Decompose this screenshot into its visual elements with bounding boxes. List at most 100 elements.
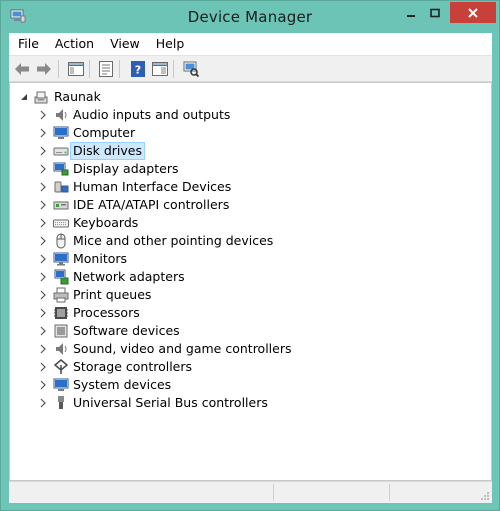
- properties-icon: [99, 61, 113, 77]
- monitor-icon: [53, 251, 69, 267]
- properties-button[interactable]: [97, 60, 115, 78]
- expand-arrow-icon[interactable]: [39, 128, 47, 138]
- tree-item-label: Monitors: [73, 251, 128, 266]
- expand-arrow-icon[interactable]: [39, 308, 47, 318]
- speaker-icon: [53, 107, 69, 123]
- tree-item[interactable]: Processors: [10, 304, 491, 322]
- device-manager-window: Device Manager File Action View Help ? R…: [0, 0, 500, 511]
- mouse-icon: [53, 233, 69, 249]
- expand-arrow-icon[interactable]: [39, 110, 47, 120]
- tree-item-label: Storage controllers: [73, 359, 193, 374]
- menu-file[interactable]: File: [9, 33, 47, 55]
- tree-item[interactable]: Keyboards: [10, 214, 491, 232]
- tree-item-label: Sound, video and game controllers: [73, 341, 292, 356]
- tree-item[interactable]: System devices: [10, 376, 491, 394]
- tree-item-label: Mice and other pointing devices: [73, 233, 274, 248]
- expand-arrow-icon[interactable]: [39, 146, 47, 156]
- keyboard-icon: [53, 215, 69, 231]
- toolbar-separator: [89, 60, 90, 78]
- expand-arrow-icon[interactable]: [39, 254, 47, 264]
- tree-item-label: Disk drives: [70, 142, 145, 160]
- action-pane-button[interactable]: [151, 60, 169, 78]
- network-adapter-icon: [53, 269, 69, 285]
- expand-arrow-icon[interactable]: [39, 344, 47, 354]
- hid-icon: [53, 179, 69, 195]
- maximize-icon: [430, 8, 440, 18]
- tree-item-label: Processors: [73, 305, 140, 320]
- tree-item-label: System devices: [73, 377, 172, 392]
- tree-item-label: Keyboards: [73, 215, 139, 230]
- maximize-button[interactable]: [423, 2, 447, 24]
- minimize-button[interactable]: [399, 2, 423, 24]
- tree-item[interactable]: Mice and other pointing devices: [10, 232, 491, 250]
- status-divider: [273, 484, 274, 501]
- tree-root-label: Raunak: [54, 89, 101, 104]
- expand-arrow-icon[interactable]: [39, 398, 47, 408]
- toolbar: ?: [9, 55, 492, 82]
- action-pane-icon: [152, 62, 168, 76]
- toolbar-separator: [119, 60, 120, 78]
- tree-item-label: Universal Serial Bus controllers: [73, 395, 268, 410]
- scan-hardware-button[interactable]: [182, 60, 200, 78]
- software-device-icon: [53, 323, 69, 339]
- processor-icon: [53, 305, 69, 321]
- tree-item[interactable]: Software devices: [10, 322, 491, 340]
- expand-arrow-icon[interactable]: [39, 272, 47, 282]
- minimize-icon: [407, 15, 415, 17]
- expand-arrow-icon[interactable]: [39, 290, 47, 300]
- tree-item[interactable]: Computer: [10, 124, 491, 142]
- tree-item-label: Network adapters: [73, 269, 185, 284]
- tree-item-label: Audio inputs and outputs: [73, 107, 231, 122]
- forward-button[interactable]: [35, 60, 53, 78]
- tree-item[interactable]: IDE ATA/ATAPI controllers: [10, 196, 491, 214]
- expand-arrow-icon[interactable]: [39, 182, 47, 192]
- menu-view[interactable]: View: [102, 33, 148, 55]
- tree-item[interactable]: Network adapters: [10, 268, 491, 286]
- sound-controller-icon: [53, 341, 69, 357]
- tree-item[interactable]: Disk drives: [10, 142, 491, 160]
- status-divider: [389, 484, 390, 501]
- tree-item[interactable]: Display adapters: [10, 160, 491, 178]
- help-button[interactable]: ?: [129, 60, 147, 78]
- expand-arrow-icon[interactable]: [39, 236, 47, 246]
- device-tree[interactable]: Raunak Audio inputs and outputs Computer D…: [9, 82, 492, 481]
- tree-item[interactable]: Universal Serial Bus controllers: [10, 394, 491, 412]
- expand-arrow-icon[interactable]: [39, 326, 47, 336]
- tree-item[interactable]: Storage controllers: [10, 358, 491, 376]
- menu-action[interactable]: Action: [47, 33, 102, 55]
- tree-item-label: Computer: [73, 125, 136, 140]
- tree-item[interactable]: Human Interface Devices: [10, 178, 491, 196]
- back-arrow-icon: [15, 63, 29, 75]
- expand-arrow-icon[interactable]: [39, 218, 47, 228]
- close-icon: [468, 7, 478, 18]
- storage-controller-icon: [53, 359, 69, 375]
- svg-text:?: ?: [135, 64, 141, 77]
- toolbar-separator: [58, 60, 59, 78]
- back-button[interactable]: [13, 60, 31, 78]
- tree-item[interactable]: Monitors: [10, 250, 491, 268]
- resize-grip-icon[interactable]: [480, 491, 490, 501]
- expand-arrow-icon[interactable]: [39, 380, 47, 390]
- computer-icon: [53, 125, 69, 141]
- ide-controller-icon: [53, 197, 69, 213]
- tree-root-node[interactable]: Raunak: [10, 88, 491, 106]
- tree-item[interactable]: Sound, video and game controllers: [10, 340, 491, 358]
- title-bar[interactable]: Device Manager: [1, 1, 499, 33]
- usb-icon: [53, 395, 69, 411]
- computer-root-icon: [33, 89, 49, 105]
- show-hide-console-tree-button[interactable]: [67, 60, 85, 78]
- expand-arrow-icon[interactable]: [39, 362, 47, 372]
- toolbar-separator: [173, 60, 174, 78]
- tree-item[interactable]: Print queues: [10, 286, 491, 304]
- expand-arrow-icon[interactable]: [39, 164, 47, 174]
- disk-drive-icon: [53, 143, 69, 159]
- forward-arrow-icon: [37, 63, 51, 75]
- expand-arrow-icon[interactable]: [39, 200, 47, 210]
- tree-item-label: Software devices: [73, 323, 180, 338]
- close-button[interactable]: [450, 2, 496, 23]
- tree-item[interactable]: Audio inputs and outputs: [10, 106, 491, 124]
- tree-item-label: Human Interface Devices: [73, 179, 232, 194]
- menu-help[interactable]: Help: [148, 33, 193, 55]
- collapse-arrow-icon[interactable]: [20, 92, 28, 102]
- menu-bar: File Action View Help: [9, 33, 492, 55]
